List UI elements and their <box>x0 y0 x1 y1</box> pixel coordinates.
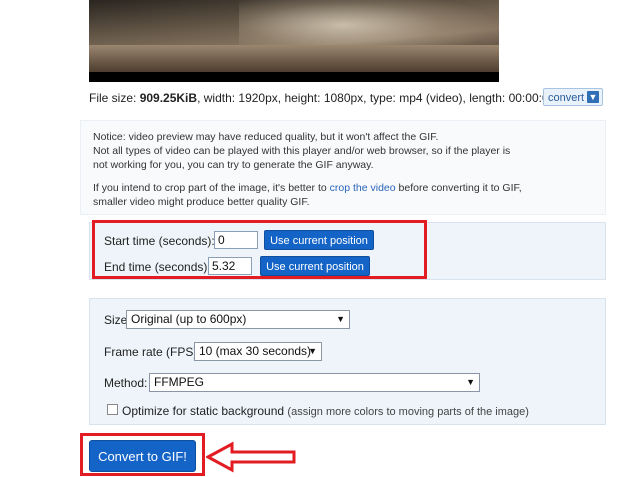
file-info-details: , width: 1920px, height: 1080px, type: m… <box>197 91 556 105</box>
video-letterbox <box>89 72 499 82</box>
notice-line-2: Not all types of video can be played wit… <box>93 145 511 157</box>
size-select-value: Original (up to 600px) <box>131 312 247 326</box>
file-info-prefix: File size: <box>89 91 140 105</box>
gif-button-highlight-box <box>80 433 205 476</box>
notice-line-1: Notice: video preview may have reduced q… <box>93 131 439 143</box>
convert-button-label: convert <box>548 92 585 104</box>
optimize-label: Optimize for static background <box>122 404 285 418</box>
chevron-down-icon: ▼ <box>308 346 317 356</box>
notice-line-3: not working for you, you can try to gene… <box>93 159 374 171</box>
fps-label: Frame rate (FPS): <box>104 345 201 359</box>
optimize-note: (assign more colors to moving parts of t… <box>287 406 529 418</box>
method-select-value: FFMPEG <box>154 375 204 389</box>
crop-tip-text-a: If you intend to crop part of the image,… <box>93 182 330 194</box>
method-label: Method: <box>104 376 148 390</box>
fps-select[interactable]: 10 (max 30 seconds) ▼ <box>194 342 322 361</box>
convert-dropdown-button[interactable]: convert ▼ <box>543 88 603 106</box>
notice-box: Notice: video preview may have reduced q… <box>80 120 606 215</box>
chevron-down-icon: ▼ <box>466 377 475 387</box>
optimize-row: Optimize for static background (assign m… <box>122 404 529 418</box>
time-highlight-box <box>92 220 427 279</box>
file-size-value: 909.25KiB <box>139 91 198 105</box>
size-select[interactable]: Original (up to 600px) ▼ <box>126 310 350 329</box>
chevron-down-icon: ▼ <box>336 314 345 324</box>
download-arrow-icon: ▼ <box>587 91 599 103</box>
crop-tip-line: If you intend to crop part of the image,… <box>93 182 522 196</box>
crop-tip-line-2: smaller video might produce better quali… <box>93 196 310 208</box>
fps-select-value: 10 (max 30 seconds) <box>199 344 312 358</box>
pointer-arrow-icon <box>206 441 296 473</box>
crop-tip-text-b: before converting it to GIF, <box>395 182 522 194</box>
method-select[interactable]: FFMPEG ▼ <box>149 373 480 392</box>
optimize-checkbox[interactable] <box>107 404 118 415</box>
crop-video-link[interactable]: crop the video <box>330 182 396 194</box>
video-preview[interactable] <box>89 0 499 82</box>
